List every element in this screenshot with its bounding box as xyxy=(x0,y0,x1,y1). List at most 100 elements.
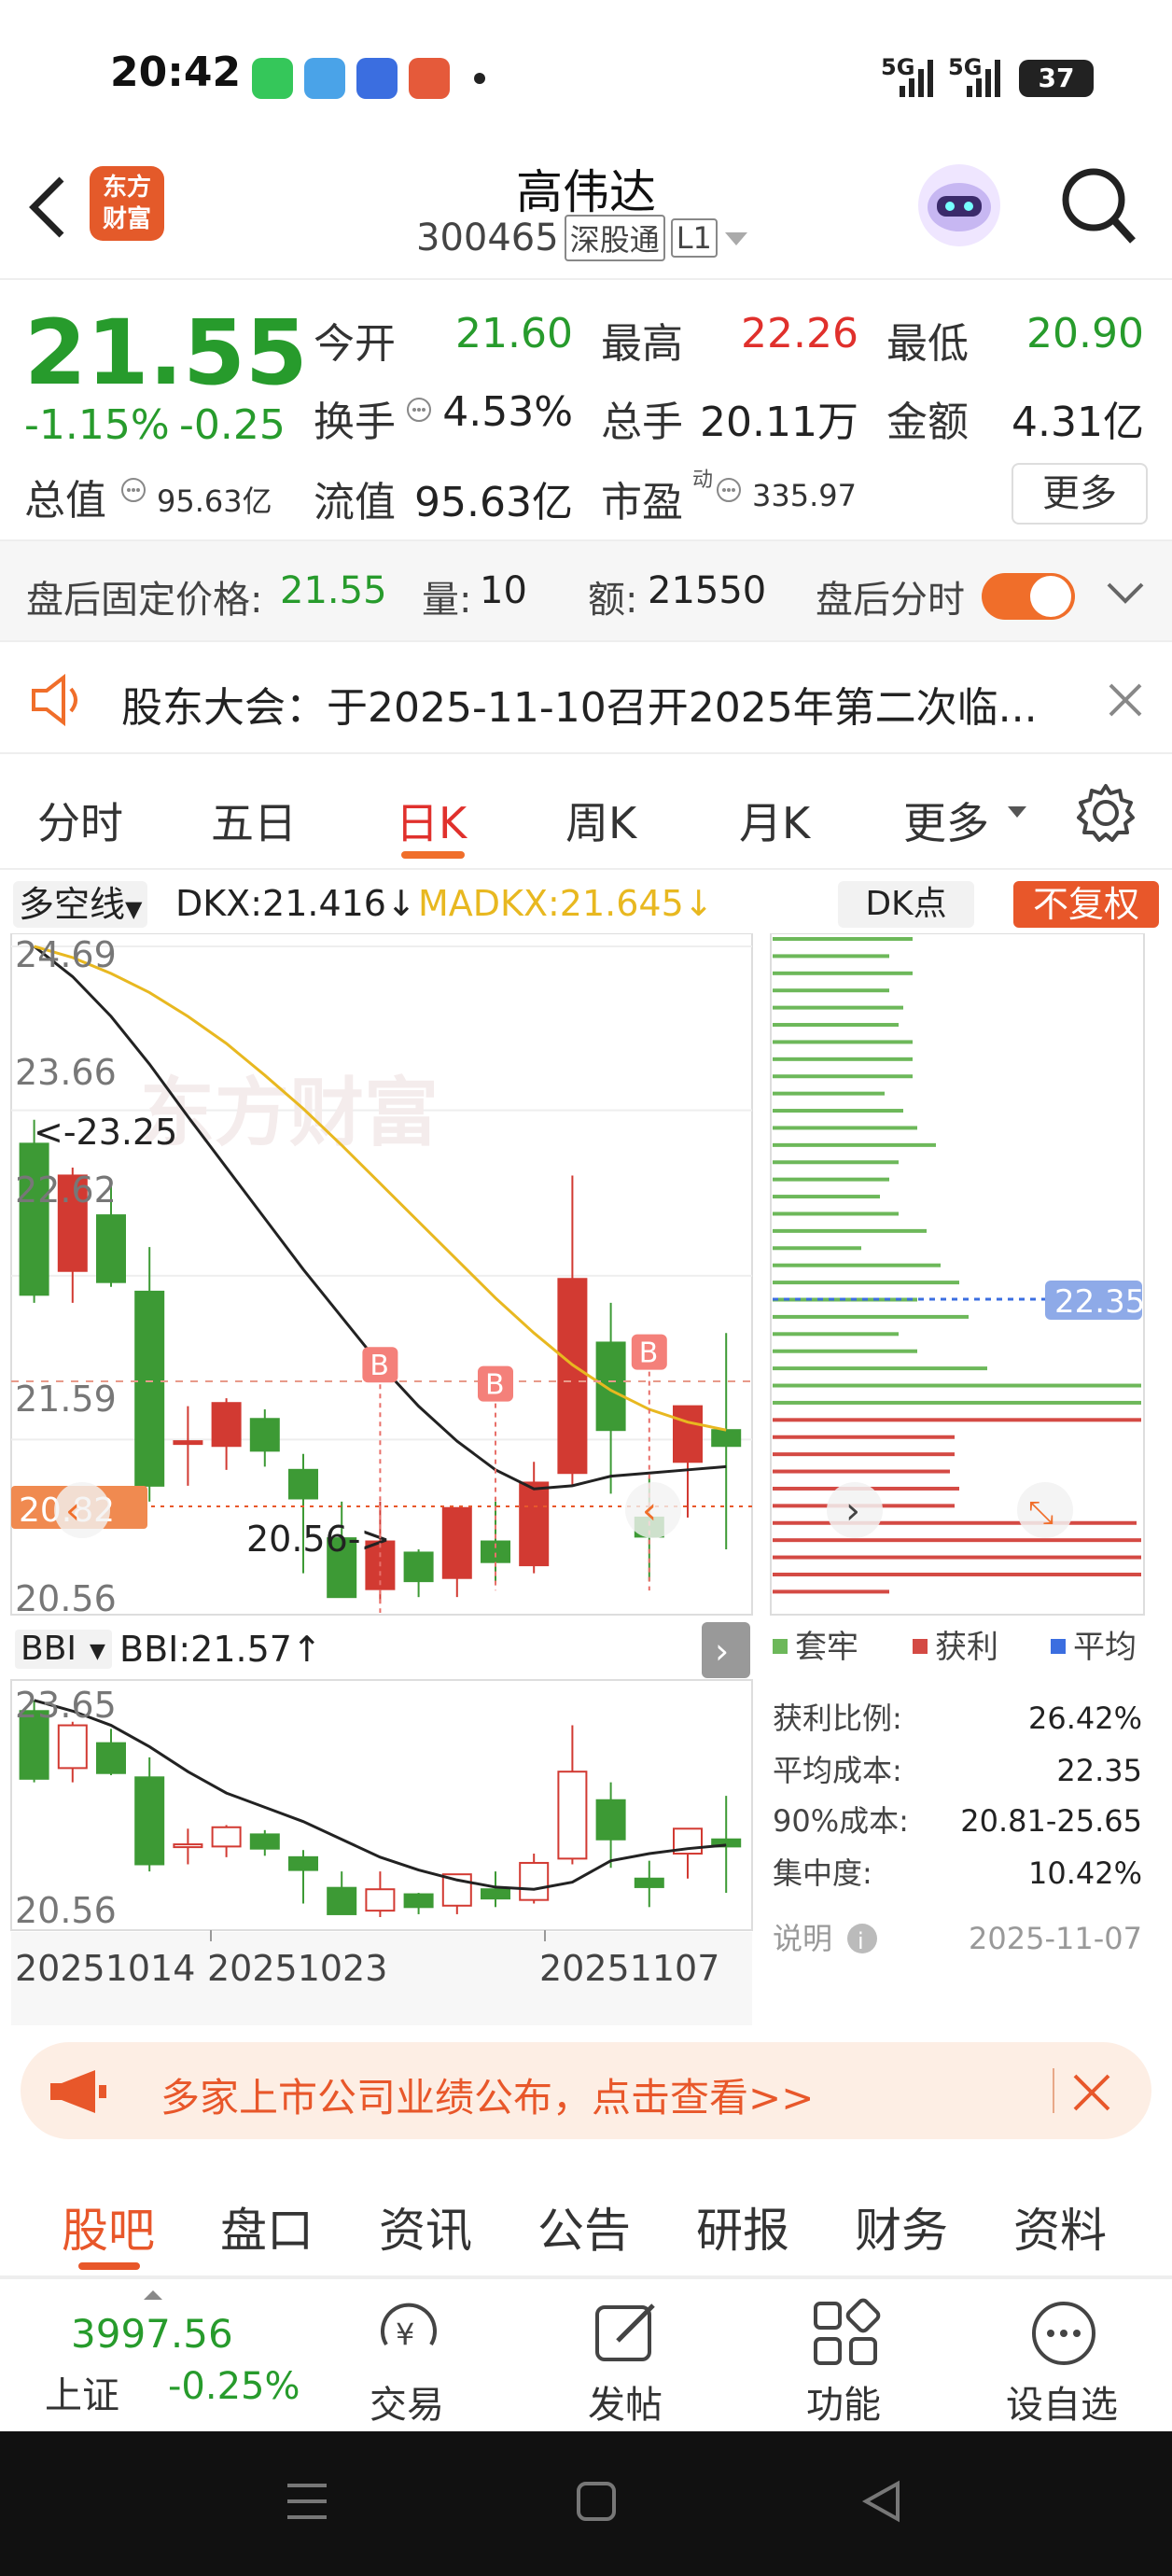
chip-distribution[interactable]: 22.35 › ⤡ 套牢 获利 平均 获利比例: 26.42% 平均成本: 22… xyxy=(765,933,1172,2025)
nav-trade[interactable]: ¥ 交易 xyxy=(314,2279,500,2433)
nav-watchlist[interactable]: 设自选 xyxy=(969,2279,1155,2433)
home-icon[interactable] xyxy=(573,2478,620,2525)
chip-bar xyxy=(773,1281,959,1285)
search-icon[interactable] xyxy=(1058,164,1137,248)
madkx-value: MADKX:21.645↓ xyxy=(418,883,714,924)
close-icon[interactable] xyxy=(1071,2072,1112,2113)
active-tab-indicator xyxy=(401,851,465,859)
candle-body xyxy=(673,1405,703,1463)
high-price-marker: <-23.25 xyxy=(34,1112,177,1153)
left-arrow-icon: ‹ xyxy=(642,1490,657,1533)
dk-point-selector[interactable]: DK点 xyxy=(838,881,974,928)
chip-bar xyxy=(773,1246,861,1251)
info-circle-icon[interactable] xyxy=(119,476,147,504)
more-notifications-icon xyxy=(474,73,485,84)
promo-banner[interactable]: 多家上市公司业绩公布，点击查看>> xyxy=(21,2042,1151,2139)
close-icon[interactable] xyxy=(1107,681,1144,719)
kline-chart[interactable]: 东方财富 24.69 23.66 22.62 21.59 20.56 20.82… xyxy=(0,933,765,2025)
info-circle-icon[interactable] xyxy=(715,476,743,504)
nav-post[interactable]: 发帖 xyxy=(532,2279,719,2433)
settings-gear-icon[interactable] xyxy=(1075,782,1137,844)
high-label: 最高 xyxy=(601,320,683,368)
chip-bar xyxy=(773,1005,903,1010)
chart-period-tabs: 分时 五日 日K 周K 月K 更多 xyxy=(0,756,1172,870)
tab-profile[interactable]: 资料 xyxy=(1013,2193,1107,2261)
candle-body xyxy=(595,1341,626,1432)
nav-trade-label: 交易 xyxy=(370,2384,444,2427)
pe-label: 市盈 xyxy=(601,479,683,526)
chevron-down-icon xyxy=(724,232,747,245)
chip-bar xyxy=(773,1400,1141,1405)
info-icon-glyph: i xyxy=(858,1928,864,1954)
info-circle-icon[interactable] xyxy=(405,396,433,424)
chip-note-label[interactable]: 说明 xyxy=(773,1921,832,1956)
tab-more[interactable]: 更多 xyxy=(903,790,989,851)
tab-research[interactable]: 研报 xyxy=(696,2193,789,2261)
chip-bar xyxy=(773,1091,885,1096)
after-hours-bar: 盘后固定价格: 21.55 量: 10 额: 21550 盘后分时 xyxy=(0,541,1172,642)
dkx-value: DKX:21.416↓ xyxy=(175,883,416,924)
chip-bar xyxy=(773,1023,899,1028)
tab-monthly-k[interactable]: 月K xyxy=(739,790,810,851)
notice-bar[interactable]: 股东大会：于2025-11-10召开2025年第二次临... xyxy=(0,644,1172,754)
legend-profit: 获利 xyxy=(935,1629,998,1666)
tab-weekly-k[interactable]: 周K xyxy=(565,790,636,851)
chip-bar xyxy=(773,1228,927,1233)
system-nav-bar xyxy=(0,2431,1172,2576)
robot-assistant-icon[interactable] xyxy=(913,159,1006,252)
chip-bar xyxy=(773,1314,969,1319)
bbi-candle-body xyxy=(134,1776,165,1866)
y-label-3: 22.62 xyxy=(15,1169,117,1211)
more-button[interactable]: 更多 xyxy=(1012,463,1148,525)
tab-finance[interactable]: 财务 xyxy=(855,2193,948,2261)
bbi-candle-body xyxy=(365,1888,396,1912)
legend-green-swatch xyxy=(773,1639,788,1654)
tab-daily-k[interactable]: 日K xyxy=(396,790,467,851)
candle-body xyxy=(173,1440,203,1446)
trade-yen-icon: ¥ xyxy=(381,2303,437,2352)
chevron-down-icon[interactable] xyxy=(1105,579,1146,607)
chip-bar xyxy=(773,1332,899,1337)
candle-body xyxy=(288,1468,318,1500)
low-price-marker: 20.56-> xyxy=(246,1519,390,1560)
candle-body xyxy=(441,1506,472,1579)
tab-intraday[interactable]: 分时 xyxy=(37,790,123,851)
bbi-y-top: 23.65 xyxy=(15,1685,117,1726)
nav-post-label: 发帖 xyxy=(588,2384,663,2427)
chip-bar xyxy=(773,1142,936,1147)
after-hours-amt: 21550 xyxy=(648,569,767,612)
svg-text:¥: ¥ xyxy=(396,2317,414,2352)
tab-five-day[interactable]: 五日 xyxy=(211,790,297,851)
menu-icon[interactable] xyxy=(284,2480,330,2523)
legend-average: 平均 xyxy=(1073,1629,1137,1666)
battery-icon: 37 xyxy=(1019,60,1094,97)
buy-marker-label: B xyxy=(370,1350,389,1382)
megaphone-icon xyxy=(50,2070,106,2113)
date-label-1: 20251014 xyxy=(15,1948,195,1989)
chip-row-value: 26.42% xyxy=(1028,1701,1142,1736)
candle-body xyxy=(403,1551,434,1583)
after-hours-toggle[interactable] xyxy=(982,573,1075,620)
indicator-selector[interactable]: 多空线▼ xyxy=(13,881,148,928)
nav-functions[interactable]: 功能 xyxy=(750,2279,937,2433)
stock-code-row[interactable]: 300465 深股通 L1 xyxy=(416,215,749,261)
tab-announcements[interactable]: 公告 xyxy=(537,2193,631,2261)
open-label: 今开 xyxy=(314,320,396,368)
market-index-widget[interactable]: 3997.56 上证 -0.25% xyxy=(37,2279,300,2433)
tab-guba[interactable]: 股吧 xyxy=(62,2193,155,2261)
signal-1-icon xyxy=(900,60,933,97)
index-value: 3997.56 xyxy=(71,2311,233,2357)
back-triangle-icon[interactable] xyxy=(858,2478,905,2525)
bbi-name: BBI xyxy=(21,1630,77,1668)
date-label-3: 20251107 xyxy=(539,1948,719,1989)
mktcap-value: 95.63亿 xyxy=(157,483,272,519)
caret-down-icon xyxy=(1008,806,1026,818)
chip-bar xyxy=(773,1520,1137,1525)
chip-bar xyxy=(773,988,889,993)
adjust-type-button[interactable]: 不复权 xyxy=(1013,881,1159,928)
y-label-5: 20.56 xyxy=(15,1578,117,1619)
tab-pankou[interactable]: 盘口 xyxy=(220,2193,314,2261)
banner-text: 多家上市公司业绩公布，点击查看>> xyxy=(160,2075,815,2121)
scroll-left-button[interactable] xyxy=(54,1482,110,1538)
tab-news[interactable]: 资讯 xyxy=(379,2193,472,2261)
